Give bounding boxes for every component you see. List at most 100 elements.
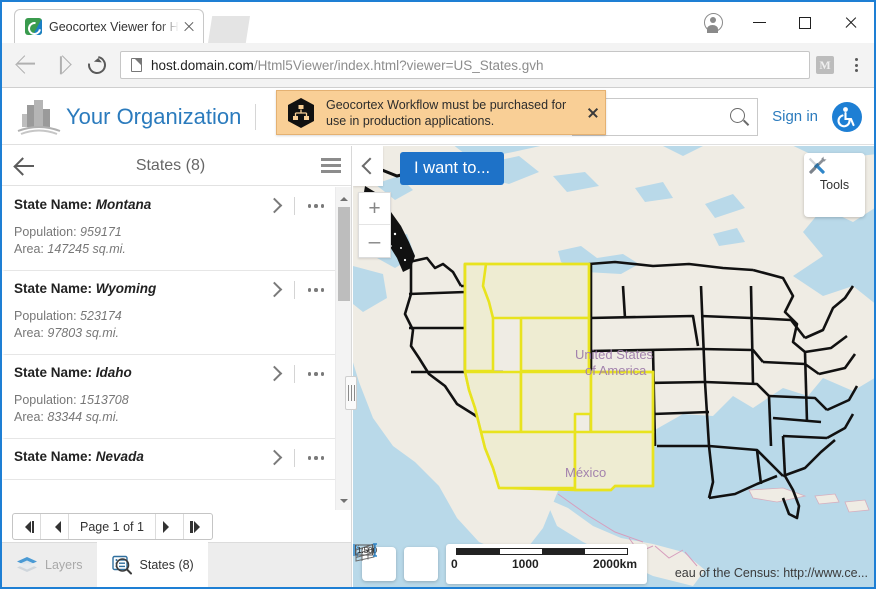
dismiss-toast-icon[interactable] <box>581 91 605 134</box>
reload-icon[interactable] <box>84 52 109 77</box>
minimize-button[interactable] <box>736 2 782 43</box>
population-row: Population: 959171 <box>14 224 326 241</box>
first-page-button[interactable] <box>13 514 41 539</box>
field-value: Wyoming <box>96 281 157 296</box>
scale-label-0: 0 <box>451 557 458 571</box>
close-icon <box>844 16 858 30</box>
scale-button[interactable]: 1:500 <box>404 547 438 581</box>
tools-button[interactable]: Tools <box>804 153 865 217</box>
population-label: Population: <box>14 393 77 407</box>
field-value: Idaho <box>96 365 132 380</box>
back-button[interactable] <box>8 49 40 81</box>
expand-chevron-icon[interactable] <box>264 281 286 299</box>
forward-button[interactable] <box>46 49 78 81</box>
tab-layers[interactable]: Layers <box>2 542 97 587</box>
list-item[interactable]: State Name: Wyoming Population: 523174 A… <box>2 271 335 355</box>
browser-tab[interactable]: Geocortex Viewer for HTML5 <box>14 9 204 43</box>
back-arrow-icon[interactable] <box>2 146 46 186</box>
results-panel-header: States (8) <box>2 146 351 186</box>
expand-chevron-icon[interactable] <box>264 197 286 215</box>
workflow-icon <box>286 97 316 129</box>
new-tab-button[interactable] <box>208 16 250 43</box>
expand-chevron-icon[interactable] <box>264 365 286 383</box>
population-label: Population: <box>14 225 77 239</box>
item-menu-icon[interactable] <box>303 197 329 215</box>
area-row: Area: 97803 sq.mi. <box>14 325 326 342</box>
profile-icon <box>704 13 723 32</box>
zoom-controls: + – <box>358 192 391 258</box>
results-scrollbar[interactable] <box>335 187 351 510</box>
browser-tab-title: Geocortex Viewer for HTML5 <box>49 20 179 34</box>
sign-in-link[interactable]: Sign in <box>772 108 818 125</box>
accessibility-button[interactable] <box>832 102 862 132</box>
last-page-button[interactable] <box>184 514 212 539</box>
field-label: State Name: <box>14 281 92 296</box>
item-menu-icon[interactable] <box>303 365 329 383</box>
first-page-icon <box>19 521 31 533</box>
tools-label: Tools <box>820 178 849 192</box>
zoom-in-button[interactable]: + <box>359 193 390 225</box>
map-viewport[interactable]: United States of America México I want t… <box>353 146 874 587</box>
search-icon[interactable] <box>730 108 747 125</box>
scrollbar-thumb[interactable] <box>338 207 350 301</box>
area-value: 97803 sq.mi. <box>47 326 119 340</box>
field-label: State Name: <box>14 449 92 464</box>
collapse-panel-button[interactable] <box>353 146 383 186</box>
map-scale-icon: 1:500 <box>353 541 379 559</box>
area-row: Area: 147245 sq.mi. <box>14 241 326 258</box>
list-item-title: State Name: Idaho <box>14 365 264 380</box>
address-bar[interactable]: host.domain.com/Html5Viewer/index.html?v… <box>120 51 810 79</box>
arrow-right-icon <box>53 55 71 73</box>
scale-label-2: 2000km <box>593 557 637 571</box>
scroll-up-icon[interactable] <box>336 187 352 203</box>
maximize-button[interactable] <box>782 2 828 43</box>
profile-button[interactable] <box>690 2 736 43</box>
area-label: Area: <box>14 242 44 256</box>
close-tab-icon[interactable] <box>181 19 197 35</box>
list-item-header: State Name: Idaho <box>5 365 335 383</box>
results-panel: States (8) State Name: Montana Populatio… <box>2 146 352 587</box>
map-canvas: United States of America México <box>353 146 874 587</box>
list-item-header: State Name: Nevada <box>5 449 335 467</box>
list-item-title: State Name: Nevada <box>14 449 264 464</box>
window-controls <box>690 2 874 43</box>
wheelchair-icon <box>832 102 862 132</box>
i-want-to-button[interactable]: I want to... <box>400 152 504 185</box>
chrome-menu-icon[interactable] <box>844 51 868 79</box>
zoom-out-button[interactable]: – <box>359 225 390 257</box>
browser-window: Geocortex Viewer for HTML5 host.domain.c… <box>0 0 876 589</box>
tab-states-label: States (8) <box>140 558 194 572</box>
header-divider <box>255 104 256 130</box>
area-value: 147245 sq.mi. <box>47 242 126 256</box>
prev-page-icon <box>49 521 61 533</box>
close-window-button[interactable] <box>828 2 874 43</box>
browser-toolbar: host.domain.com/Html5Viewer/index.html?v… <box>2 43 874 88</box>
list-item[interactable]: State Name: Montana Population: 959171 A… <box>2 187 335 271</box>
item-menu-icon[interactable] <box>303 449 329 467</box>
prev-page-button[interactable] <box>41 514 69 539</box>
list-item-fields: Population: 959171 Area: 147245 sq.mi. <box>5 215 335 258</box>
population-row: Population: 523174 <box>14 308 326 325</box>
results-menu-icon[interactable] <box>311 146 351 186</box>
page-info-icon[interactable] <box>131 58 142 72</box>
svg-text:México: México <box>565 465 606 480</box>
layers-icon <box>16 556 38 574</box>
list-item-header: State Name: Montana <box>5 197 335 215</box>
last-page-icon <box>194 521 206 533</box>
item-divider <box>294 449 295 467</box>
tab-states[interactable]: States (8) <box>97 542 208 587</box>
list-item[interactable]: State Name: Idaho Population: 1513708 Ar… <box>2 355 335 439</box>
arrow-left-icon <box>15 55 33 73</box>
list-item[interactable]: State Name: Nevada <box>2 439 335 480</box>
pagination-controls: Page 1 of 1 <box>12 513 213 540</box>
item-menu-icon[interactable] <box>303 281 329 299</box>
extension-icon[interactable]: M <box>816 56 834 74</box>
list-item-fields: Population: 523174 Area: 97803 sq.mi. <box>5 299 335 342</box>
population-row: Population: 1513708 <box>14 392 326 409</box>
area-value: 83344 sq.mi. <box>47 410 119 424</box>
results-list-inner: State Name: Montana Population: 959171 A… <box>2 187 335 480</box>
next-page-button[interactable] <box>156 514 184 539</box>
scale-bar-graphic <box>456 548 628 555</box>
expand-chevron-icon[interactable] <box>264 449 286 467</box>
panel-resize-handle[interactable] <box>345 376 357 410</box>
